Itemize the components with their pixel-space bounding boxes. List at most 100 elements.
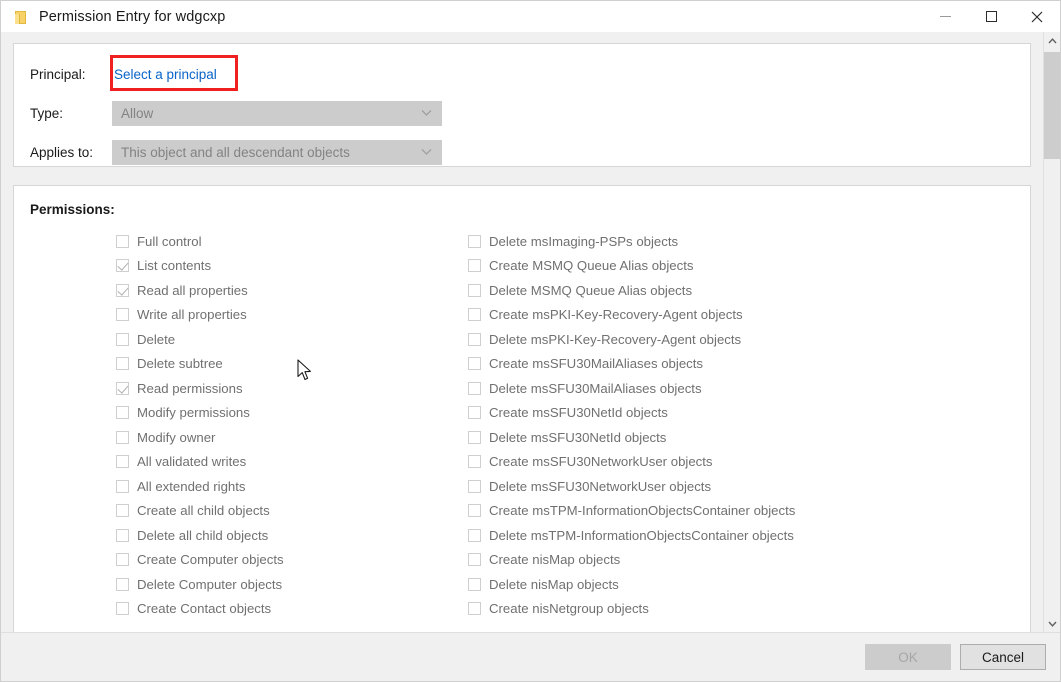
permission-item[interactable]: Delete msSFU30NetworkUser objects bbox=[468, 474, 1014, 499]
permission-label: Modify permissions bbox=[137, 405, 250, 420]
permissions-heading: Permissions: bbox=[30, 202, 1014, 217]
permission-checkbox[interactable] bbox=[116, 308, 129, 321]
permission-item[interactable]: Delete MSMQ Queue Alias objects bbox=[468, 278, 1014, 303]
permission-item[interactable]: Delete msImaging-PSPs objects bbox=[468, 229, 1014, 254]
permission-item[interactable]: Delete msTPM-InformationObjectsContainer… bbox=[468, 523, 1014, 548]
permission-label: Delete msSFU30NetId objects bbox=[489, 430, 666, 445]
window-controls bbox=[922, 1, 1060, 32]
permission-checkbox[interactable] bbox=[116, 431, 129, 444]
permission-checkbox[interactable] bbox=[116, 284, 129, 297]
permission-label: Delete all child objects bbox=[137, 528, 268, 543]
permission-item[interactable]: Create msPKI-Key-Recovery-Agent objects bbox=[468, 303, 1014, 328]
permission-item[interactable]: Write all properties bbox=[116, 303, 460, 328]
permission-checkbox[interactable] bbox=[468, 529, 481, 542]
folder-icon bbox=[13, 9, 29, 25]
permission-item[interactable]: Create nisNetgroup objects bbox=[468, 597, 1014, 622]
permission-item[interactable]: All validated writes bbox=[116, 450, 460, 475]
permission-checkbox[interactable] bbox=[116, 406, 129, 419]
permission-item[interactable]: Create Contact objects bbox=[116, 597, 460, 622]
permission-item[interactable]: Delete msPKI-Key-Recovery-Agent objects bbox=[468, 327, 1014, 352]
permission-label: All validated writes bbox=[137, 454, 246, 469]
minimize-button[interactable] bbox=[922, 1, 968, 32]
permission-item[interactable]: Create Computer objects bbox=[116, 548, 460, 573]
chevron-down-icon bbox=[421, 149, 432, 156]
permission-checkbox[interactable] bbox=[468, 333, 481, 346]
vertical-scrollbar[interactable] bbox=[1043, 32, 1060, 632]
permission-label: Delete MSMQ Queue Alias objects bbox=[489, 283, 692, 298]
permission-item[interactable]: All extended rights bbox=[116, 474, 460, 499]
scroll-down-button[interactable] bbox=[1044, 615, 1060, 632]
scrollbar-thumb[interactable] bbox=[1044, 52, 1060, 159]
permission-label: Create nisNetgroup objects bbox=[489, 601, 649, 616]
permissions-panel: Permissions: Full controlList contentsRe… bbox=[13, 185, 1031, 632]
permission-checkbox[interactable] bbox=[116, 529, 129, 542]
permission-label: Create nisMap objects bbox=[489, 552, 620, 567]
permission-checkbox[interactable] bbox=[468, 431, 481, 444]
permission-checkbox[interactable] bbox=[116, 235, 129, 248]
permission-checkbox[interactable] bbox=[116, 259, 129, 272]
type-value: Allow bbox=[121, 106, 153, 121]
permission-label: Create msPKI-Key-Recovery-Agent objects bbox=[489, 307, 743, 322]
permission-item[interactable]: Create msSFU30MailAliases objects bbox=[468, 352, 1014, 377]
permission-item[interactable]: Create msSFU30NetId objects bbox=[468, 401, 1014, 426]
maximize-button[interactable] bbox=[968, 1, 1014, 32]
permission-item[interactable]: Delete bbox=[116, 327, 460, 352]
permission-entry-dialog: Permission Entry for wdgcxp Principal: bbox=[0, 0, 1061, 682]
scrollbar-track[interactable] bbox=[1044, 49, 1060, 615]
permission-checkbox[interactable] bbox=[116, 333, 129, 346]
permission-checkbox[interactable] bbox=[116, 455, 129, 468]
permission-item[interactable]: Create all child objects bbox=[116, 499, 460, 524]
permission-checkbox[interactable] bbox=[468, 259, 481, 272]
permission-checkbox[interactable] bbox=[116, 553, 129, 566]
permission-checkbox[interactable] bbox=[468, 553, 481, 566]
permission-checkbox[interactable] bbox=[116, 578, 129, 591]
permission-label: Delete msImaging-PSPs objects bbox=[489, 234, 678, 249]
permission-checkbox[interactable] bbox=[116, 480, 129, 493]
permission-item[interactable]: Delete all child objects bbox=[116, 523, 460, 548]
permission-checkbox[interactable] bbox=[468, 357, 481, 370]
permission-item[interactable]: Create nisMap objects bbox=[468, 548, 1014, 573]
scroll-up-button[interactable] bbox=[1044, 32, 1060, 49]
type-label: Type: bbox=[30, 106, 112, 121]
permission-checkbox[interactable] bbox=[468, 602, 481, 615]
permission-checkbox[interactable] bbox=[116, 504, 129, 517]
scroll-content: Principal: Select a principal Type: Allo… bbox=[1, 32, 1043, 632]
permission-item[interactable]: Full control bbox=[116, 229, 460, 254]
maximize-icon bbox=[986, 11, 997, 22]
permission-item[interactable]: Delete msSFU30NetId objects bbox=[468, 425, 1014, 450]
permission-item[interactable]: Modify permissions bbox=[116, 401, 460, 426]
permission-item[interactable]: Read all properties bbox=[116, 278, 460, 303]
cancel-button[interactable]: Cancel bbox=[960, 644, 1046, 670]
permission-label: Read permissions bbox=[137, 381, 243, 396]
permission-checkbox[interactable] bbox=[468, 308, 481, 321]
permission-checkbox[interactable] bbox=[468, 284, 481, 297]
close-button[interactable] bbox=[1014, 1, 1060, 32]
permission-checkbox[interactable] bbox=[468, 455, 481, 468]
permission-item[interactable]: Delete Computer objects bbox=[116, 572, 460, 597]
applies-to-dropdown[interactable]: This object and all descendant objects bbox=[112, 140, 442, 165]
permission-item[interactable]: Delete nisMap objects bbox=[468, 572, 1014, 597]
permission-checkbox[interactable] bbox=[468, 382, 481, 395]
permission-checkbox[interactable] bbox=[116, 382, 129, 395]
permission-item[interactable]: Delete msSFU30MailAliases objects bbox=[468, 376, 1014, 401]
permissions-columns: Full controlList contentsRead all proper… bbox=[30, 229, 1014, 621]
permission-checkbox[interactable] bbox=[468, 480, 481, 493]
permission-item[interactable]: Read permissions bbox=[116, 376, 460, 401]
permission-item[interactable]: Create MSMQ Queue Alias objects bbox=[468, 254, 1014, 279]
chevron-down-icon bbox=[421, 110, 432, 117]
permission-item[interactable]: List contents bbox=[116, 254, 460, 279]
type-dropdown[interactable]: Allow bbox=[112, 101, 442, 126]
permission-checkbox[interactable] bbox=[116, 602, 129, 615]
permissions-right-column: Delete msImaging-PSPs objects Create MSMQ… bbox=[460, 229, 1014, 621]
permission-item[interactable]: Create msTPM-InformationObjectsContainer… bbox=[468, 499, 1014, 524]
permission-checkbox[interactable] bbox=[468, 578, 481, 591]
permission-checkbox[interactable] bbox=[468, 235, 481, 248]
select-principal-link[interactable]: Select a principal bbox=[112, 65, 219, 84]
permission-checkbox[interactable] bbox=[468, 406, 481, 419]
permission-item[interactable]: Modify owner bbox=[116, 425, 460, 450]
permission-item[interactable]: Create msSFU30NetworkUser objects bbox=[468, 450, 1014, 475]
permission-checkbox[interactable] bbox=[116, 357, 129, 370]
permission-checkbox[interactable] bbox=[468, 504, 481, 517]
permission-item[interactable]: Delete subtree bbox=[116, 352, 460, 377]
ok-button[interactable]: OK bbox=[865, 644, 951, 670]
